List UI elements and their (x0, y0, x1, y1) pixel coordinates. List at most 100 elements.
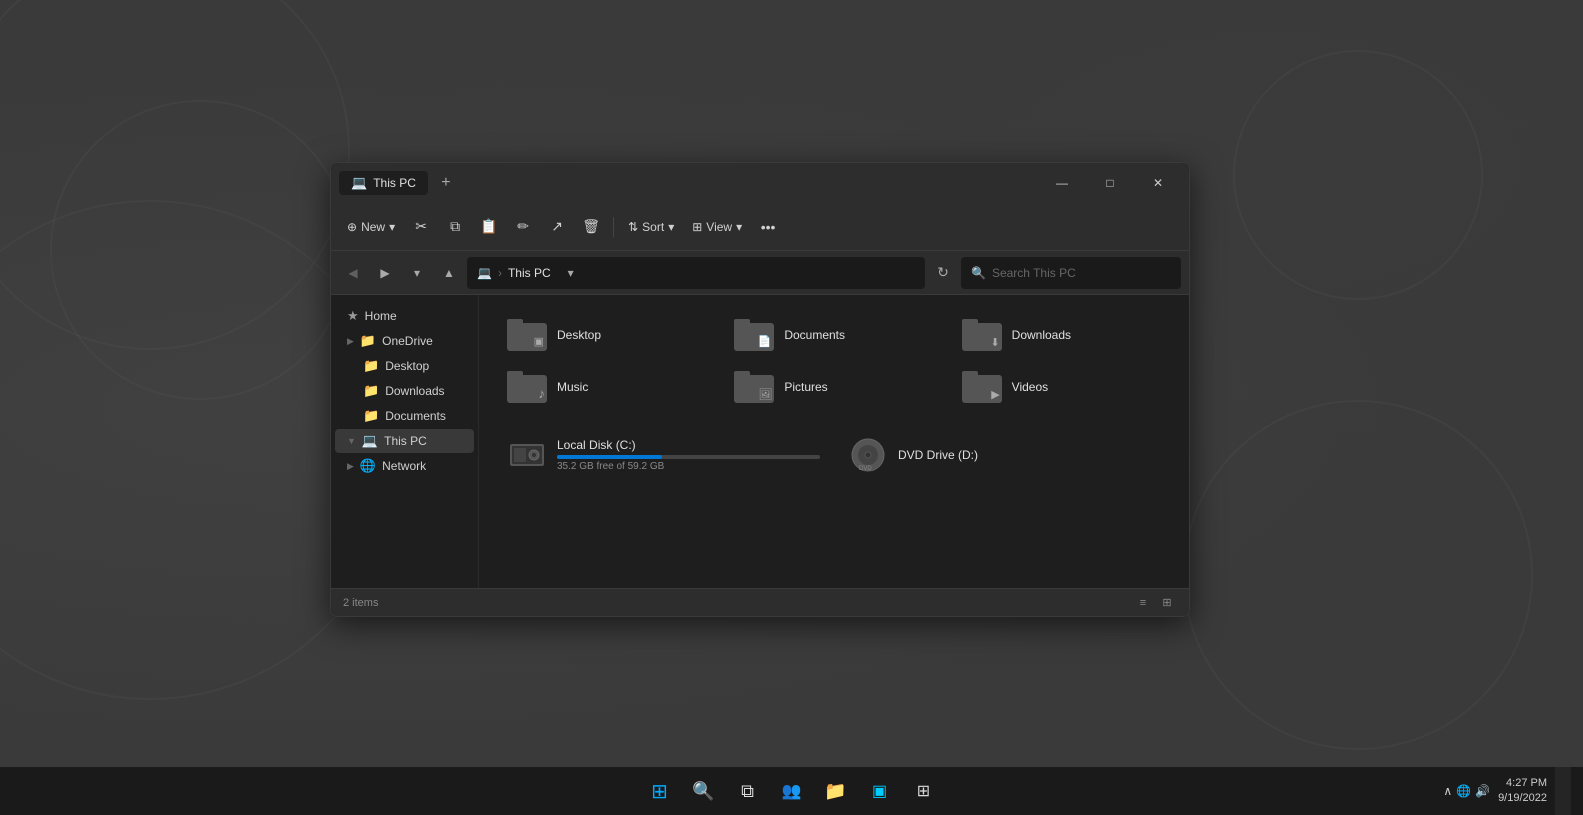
clock-date: 9/19/2022 (1498, 791, 1547, 806)
clock-time: 4:27 PM (1498, 776, 1547, 791)
forward-button[interactable]: ▶ (371, 259, 399, 287)
drive-d[interactable]: DVD DVD Drive (D:) (836, 427, 1173, 483)
tab-title: This PC (373, 176, 416, 190)
delete-button[interactable]: 🗑 (575, 211, 607, 243)
network-tray-icon[interactable]: 🌐 (1456, 784, 1471, 798)
copy-button[interactable]: ⧉ (439, 211, 471, 243)
back-button[interactable]: ◀ (339, 259, 367, 287)
sidebar-label-thispc: This PC (384, 434, 427, 448)
sort-icon: ⇅ (628, 220, 638, 234)
sort-chevron: ▾ (668, 220, 674, 234)
videos-folder-name: Videos (1012, 380, 1161, 394)
taskbar-clock[interactable]: 4:27 PM 9/19/2022 (1498, 776, 1547, 807)
c-drive-space: 35.2 GB free of 59.2 GB (557, 461, 820, 472)
show-desktop-button[interactable] (1555, 767, 1571, 815)
volume-tray-icon[interactable]: 🔊 (1475, 784, 1490, 798)
more-button[interactable]: ••• (752, 211, 784, 243)
taskbar-start-button[interactable]: ⊞ (640, 771, 680, 811)
address-pc-icon: 💻 (477, 266, 492, 280)
start-icon: ⊞ (651, 779, 668, 804)
taskbar-right: ∧ 🌐 🔊 4:27 PM 9/19/2022 (1443, 767, 1583, 815)
pictures-folder-icon: 🖼 (734, 371, 774, 403)
folder-pictures[interactable]: 🖼 Pictures (722, 363, 945, 411)
new-label: New (361, 220, 385, 234)
tiling-icon: ⊞ (917, 781, 930, 801)
close-button[interactable]: ✕ (1135, 167, 1181, 199)
sidebar-label-onedrive: OneDrive (382, 334, 433, 348)
onedrive-icon: 📁 (360, 333, 376, 349)
tab-pc-icon: 💻 (351, 175, 367, 191)
maximize-button[interactable]: □ (1087, 167, 1133, 199)
taskbar-widgets-button[interactable]: ▣ (860, 771, 900, 811)
up-button[interactable]: ▲ (435, 259, 463, 287)
drive-c[interactable]: Local Disk (C:) 35.2 GB free of 59.2 GB (495, 427, 832, 483)
documents-folder-name: Documents (784, 328, 933, 342)
taskbar-explorer-button[interactable]: 📁 (816, 771, 856, 811)
sidebar-item-onedrive[interactable]: ▶ 📁 OneDrive (335, 329, 474, 353)
taskbar-teams-button[interactable]: 👥 (772, 771, 812, 811)
sidebar-item-network[interactable]: ▶ 🌐 Network (335, 454, 474, 478)
sidebar-item-desktop[interactable]: 📁 Desktop (335, 354, 474, 378)
taskbar-explorer-icon: 📁 (824, 781, 846, 802)
taskbar-taskview-button[interactable]: ⧉ (728, 771, 768, 811)
status-bar: 2 items ≡ ⊞ (331, 588, 1189, 616)
grid-view-button[interactable]: ⊞ (1157, 593, 1177, 613)
downloads-folder-icon: ⬇ (962, 319, 1002, 351)
toolbar: ⊕ New ▾ ✂ ⧉ 📋 ✏ ↗ 🗑 ⇅ Sort ▾ ⊞ View ▾ ••… (331, 203, 1189, 251)
status-count: 2 items (343, 597, 378, 609)
sort-button[interactable]: ⇅ Sort ▾ (620, 211, 682, 243)
sidebar-item-home[interactable]: ★ Home (335, 304, 474, 328)
explorer-window: 💻 This PC + — □ ✕ ⊕ New ▾ ✂ ⧉ 📋 ✏ ↗ 🗑 ⇅ … (330, 162, 1190, 617)
sidebar-label-downloads: Downloads (385, 384, 444, 398)
list-view-button[interactable]: ≡ (1133, 593, 1153, 613)
explorer-tab[interactable]: 💻 This PC (339, 171, 428, 195)
sidebar-item-documents[interactable]: 📁 Documents (335, 404, 474, 428)
network-icon: 🌐 (360, 458, 376, 474)
c-drive-icon (507, 435, 547, 475)
sidebar-label-home: Home (365, 309, 397, 323)
folder-downloads[interactable]: ⬇ Downloads (950, 311, 1173, 359)
minimize-button[interactable]: — (1039, 167, 1085, 199)
taskbar-search-icon: 🔍 (692, 781, 714, 802)
address-path-text: This PC (508, 266, 551, 280)
sort-label: Sort (642, 220, 664, 234)
sidebar-item-thispc[interactable]: ▼ 💻 This PC (335, 429, 474, 453)
desktop-side-icon: 📁 (363, 358, 379, 374)
downloads-side-icon: 📁 (363, 383, 379, 399)
history-button[interactable]: ▾ (403, 259, 431, 287)
c-drive-bar-fill (557, 455, 662, 459)
music-folder-icon: ♪ (507, 371, 547, 403)
address-separator: › (498, 266, 502, 280)
desktop-folder-name: Desktop (557, 328, 706, 342)
rename-button[interactable]: ✏ (507, 211, 539, 243)
folders-grid: ▣ Desktop 📄 Documents (495, 311, 1173, 411)
cut-button[interactable]: ✂ (405, 211, 437, 243)
new-button[interactable]: ⊕ New ▾ (339, 211, 403, 243)
c-drive-name: Local Disk (C:) (557, 438, 820, 452)
add-tab-button[interactable]: + (432, 169, 460, 197)
folder-desktop[interactable]: ▣ Desktop (495, 311, 718, 359)
home-icon: ★ (347, 308, 359, 324)
refresh-button[interactable]: ↻ (929, 259, 957, 287)
drives-grid: Local Disk (C:) 35.2 GB free of 59.2 GB (495, 427, 1173, 483)
taskbar-tiling-button[interactable]: ⊞ (904, 771, 944, 811)
folder-documents[interactable]: 📄 Documents (722, 311, 945, 359)
address-dropdown-btn[interactable]: ▾ (557, 259, 585, 287)
status-view-icons: ≡ ⊞ (1133, 593, 1177, 613)
sidebar-item-downloads[interactable]: 📁 Downloads (335, 379, 474, 403)
share-button[interactable]: ↗ (541, 211, 573, 243)
taskbar-search-button[interactable]: 🔍 (684, 771, 724, 811)
d-drive-icon: DVD (848, 435, 888, 475)
downloads-folder-name: Downloads (1012, 328, 1161, 342)
address-path-box[interactable]: 💻 › This PC ▾ (467, 257, 925, 289)
folder-videos[interactable]: ▶ Videos (950, 363, 1173, 411)
d-drive-name: DVD Drive (D:) (898, 448, 1161, 462)
sidebar: ★ Home ▶ 📁 OneDrive 📁 Desktop 📁 Download… (331, 295, 479, 588)
search-box[interactable]: 🔍 Search This PC (961, 257, 1181, 289)
folder-music[interactable]: ♪ Music (495, 363, 718, 411)
tray-chevron-icon[interactable]: ∧ (1443, 784, 1452, 798)
music-folder-name: Music (557, 380, 706, 394)
view-button[interactable]: ⊞ View ▾ (684, 211, 750, 243)
sidebar-label-documents: Documents (385, 409, 446, 423)
paste-button[interactable]: 📋 (473, 211, 505, 243)
